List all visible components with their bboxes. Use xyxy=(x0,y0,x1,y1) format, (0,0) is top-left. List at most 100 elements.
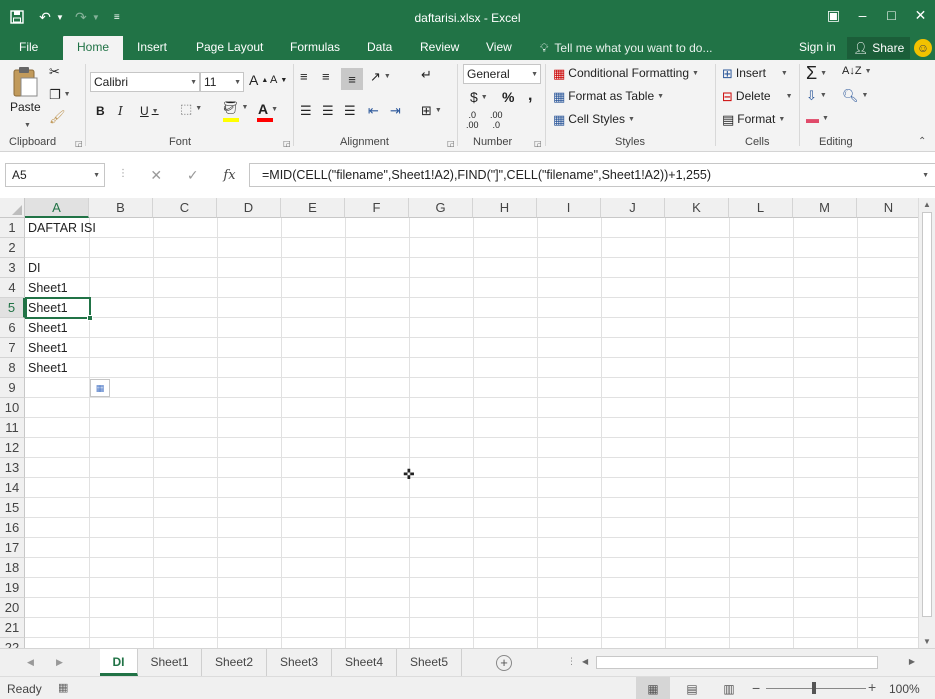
formula-bar-grip-icon[interactable]: ⋮ xyxy=(118,168,128,179)
conditional-formatting-button[interactable]: ▦ Conditional Formatting ▼ xyxy=(553,66,699,80)
shrink-font-button[interactable]: A ▼ xyxy=(270,74,287,86)
increase-decimal-button[interactable]: .0.00 xyxy=(466,110,479,130)
row-header-3[interactable]: 3 xyxy=(0,258,25,278)
format-painter-icon[interactable]: 🖌︎ xyxy=(49,110,66,123)
cell-a4[interactable]: Sheet1 xyxy=(26,278,68,298)
zoom-out-icon[interactable]: − xyxy=(752,680,760,696)
row-header-6[interactable]: 6 xyxy=(0,318,25,338)
worksheet-grid[interactable]: ABCDEFGHIJKLMN 1 2 3 4 5 6 7 8 9 10 11 12 13 14 15 16 17… xyxy=(0,198,918,648)
cell-a7[interactable]: Sheet1 xyxy=(26,338,68,358)
row-header-4[interactable]: 4 xyxy=(0,278,25,298)
scroll-down-icon[interactable]: ▼ xyxy=(923,637,931,646)
grow-font-button[interactable]: A ▲ xyxy=(249,72,268,88)
feedback-smiley-icon[interactable]: ☺ xyxy=(914,39,932,57)
row-header-2[interactable]: 2 xyxy=(0,238,25,258)
format-cells-button[interactable]: ▤ Format ▼ xyxy=(722,112,785,126)
autosum-button[interactable]: Σ ▼ xyxy=(806,64,827,82)
tab-home[interactable]: Home xyxy=(63,36,123,60)
currency-button[interactable]: $ ▼ xyxy=(470,89,488,105)
row-header-9[interactable]: 9 xyxy=(0,378,25,398)
horizontal-scroll-thumb[interactable] xyxy=(596,656,878,669)
cell-a3[interactable]: DI xyxy=(26,258,41,278)
wrap-text-button[interactable]: ↵ xyxy=(421,68,432,81)
share-button[interactable]: 👤︎ Share xyxy=(847,37,911,59)
name-box[interactable]: A5 ▼ xyxy=(5,163,105,187)
column-header-n[interactable]: N xyxy=(857,198,918,218)
column-header-a[interactable]: A xyxy=(25,198,89,218)
scroll-left-icon[interactable]: ◀ xyxy=(582,657,588,666)
minimize-icon[interactable]: ‒ xyxy=(848,0,877,30)
number-launcher-icon[interactable]: ◲ xyxy=(534,139,542,148)
ribbon-display-options-icon[interactable]: ▣ xyxy=(819,0,848,30)
sheet-tab-sheet2[interactable]: Sheet2 xyxy=(202,649,267,676)
find-select-button[interactable]: 🔍︎ ▼ xyxy=(842,89,868,102)
cut-icon[interactable]: ✂ xyxy=(49,65,60,78)
format-as-table-button[interactable]: ▦ Format as Table ▼ xyxy=(553,89,664,103)
column-header-k[interactable]: K xyxy=(665,198,729,218)
scroll-up-icon[interactable]: ▲ xyxy=(923,200,931,209)
expand-formula-bar-icon[interactable]: ▼ xyxy=(922,172,929,179)
borders-button[interactable]: ⬚ ▼ xyxy=(180,102,202,115)
column-header-j[interactable]: J xyxy=(601,198,665,218)
tab-file[interactable]: File xyxy=(13,36,44,60)
merge-center-button[interactable]: ⊞ ▼ xyxy=(421,104,442,117)
row-header-16[interactable]: 16 xyxy=(0,518,25,538)
increase-indent-button[interactable]: ⇥ xyxy=(390,104,401,117)
select-all-corner[interactable] xyxy=(0,198,25,218)
normal-view-icon[interactable]: ▦ xyxy=(636,677,670,699)
column-header-c[interactable]: C xyxy=(153,198,217,218)
cell-a8[interactable]: Sheet1 xyxy=(26,358,68,378)
enter-check-icon[interactable]: ✓ xyxy=(187,167,199,184)
page-layout-view-icon[interactable]: ▤ xyxy=(675,677,709,699)
percent-button[interactable]: % xyxy=(502,89,514,105)
sheet-tab-sheet5[interactable]: Sheet5 xyxy=(397,649,462,676)
number-format-combo[interactable]: General ▼ xyxy=(463,64,541,84)
cell-a6[interactable]: Sheet1 xyxy=(26,318,68,338)
insert-function-icon[interactable]: fx xyxy=(223,168,235,183)
macro-recording-icon[interactable]: ▦ xyxy=(58,681,68,694)
insert-cells-button[interactable]: ⊞ Insert ▼ xyxy=(722,66,788,80)
decrease-indent-button[interactable]: ⇤ xyxy=(368,104,379,117)
cell-styles-button[interactable]: ▦ Cell Styles ▼ xyxy=(553,112,635,126)
tab-insert[interactable]: Insert xyxy=(131,36,173,60)
row-header-20[interactable]: 20 xyxy=(0,598,25,618)
scroll-right-icon[interactable]: ▶ xyxy=(909,657,915,666)
row-header-13[interactable]: 13 xyxy=(0,458,25,478)
align-left-button[interactable]: ☰ xyxy=(300,104,312,117)
row-header-22[interactable]: 22 xyxy=(0,638,25,648)
next-sheet-icon[interactable]: ▶ xyxy=(56,657,63,668)
row-header-11[interactable]: 11 xyxy=(0,418,25,438)
tab-review[interactable]: Review xyxy=(414,36,465,60)
row-header-10[interactable]: 10 xyxy=(0,398,25,418)
row-header-8[interactable]: 8 xyxy=(0,358,25,378)
font-launcher-icon[interactable]: ◲ xyxy=(283,139,291,148)
sheet-tab-sheet1[interactable]: Sheet1 xyxy=(138,649,202,676)
quick-analysis-icon[interactable]: ▦ xyxy=(90,379,110,397)
row-header-17[interactable]: 17 xyxy=(0,538,25,558)
vertical-scrollbar[interactable]: ▲ ▼ xyxy=(918,198,935,648)
row-header-12[interactable]: 12 xyxy=(0,438,25,458)
row-header-21[interactable]: 21 xyxy=(0,618,25,638)
align-bottom-button[interactable]: ≡ xyxy=(341,68,363,90)
tell-me-box[interactable]: 💡︎ Tell me what you want to do... xyxy=(540,36,713,60)
zoom-level[interactable]: 100% xyxy=(889,682,920,696)
font-color-button[interactable]: A ▼ xyxy=(258,101,278,117)
bold-button[interactable]: B xyxy=(96,104,105,118)
copy-icon[interactable]: ❐ ▼ xyxy=(49,88,71,101)
column-header-h[interactable]: H xyxy=(473,198,537,218)
fill-handle[interactable] xyxy=(87,315,93,321)
column-header-m[interactable]: M xyxy=(793,198,857,218)
zoom-slider-thumb[interactable] xyxy=(812,682,816,694)
font-name-combo[interactable]: Calibri ▼ xyxy=(90,72,200,92)
sort-filter-button[interactable]: A↓Z ▼ xyxy=(842,66,872,77)
row-header-1[interactable]: 1 xyxy=(0,218,25,238)
row-header-18[interactable]: 18 xyxy=(0,558,25,578)
row-header-19[interactable]: 19 xyxy=(0,578,25,598)
zoom-slider-track[interactable] xyxy=(766,688,866,689)
align-middle-button[interactable]: ≡ xyxy=(322,70,330,83)
column-header-i[interactable]: I xyxy=(537,198,601,218)
clipboard-launcher-icon[interactable]: ◲ xyxy=(75,139,83,148)
row-header-14[interactable]: 14 xyxy=(0,478,25,498)
collapse-ribbon-icon[interactable]: ⌃ xyxy=(918,136,926,147)
horizontal-scrollbar[interactable]: ◀ ▶ xyxy=(580,655,917,671)
